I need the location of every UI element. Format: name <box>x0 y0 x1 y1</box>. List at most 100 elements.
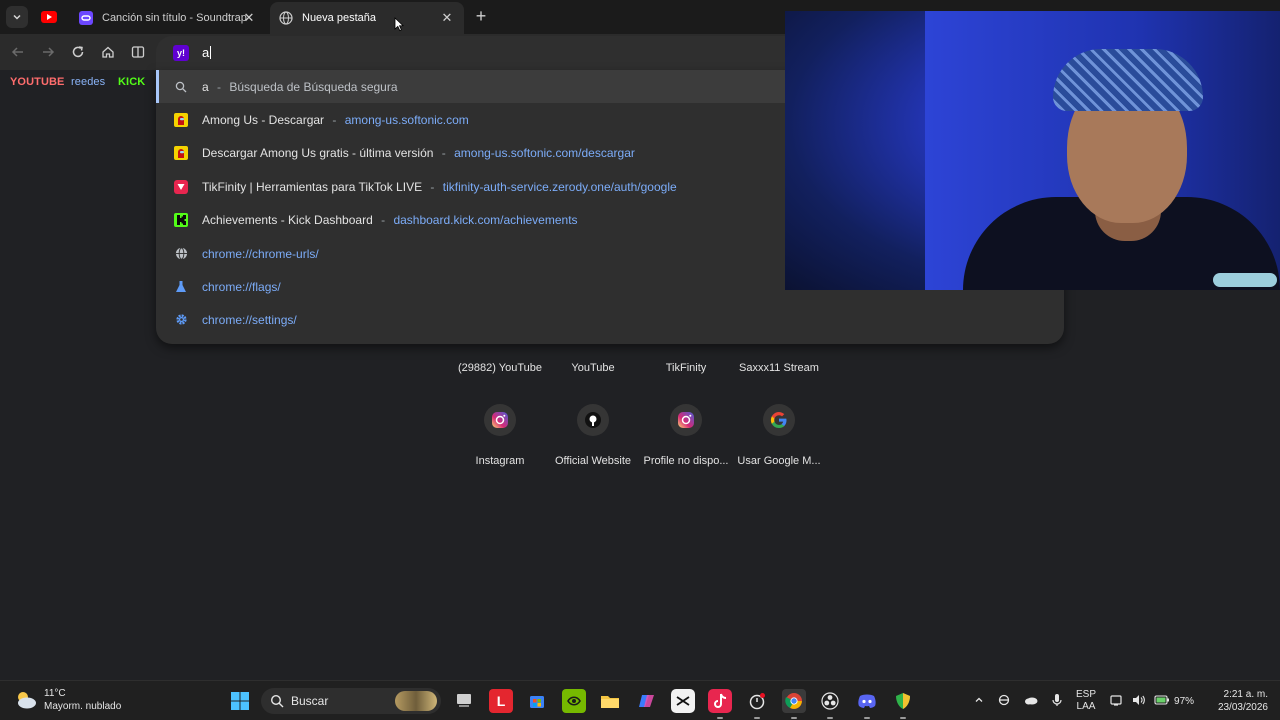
store-app[interactable] <box>525 689 549 713</box>
stopwatch-icon <box>749 693 765 710</box>
suggestion-url[interactable]: chrome://settings/ <box>156 303 1064 336</box>
suggestion-sep: - <box>430 179 435 194</box>
among-us-icon <box>174 112 188 127</box>
suggestion-title: Among Us - Descargar <box>202 112 325 127</box>
suggestion-link: chrome://chrome-urls/ <box>202 246 319 261</box>
suggestion-url: dashboard.kick.com/achievements <box>393 212 578 227</box>
new-tab-button[interactable]: + <box>472 7 490 25</box>
sync-icon[interactable] <box>998 694 1010 709</box>
taskbar-search[interactable]: Buscar <box>261 688 441 714</box>
weather-desc: Mayorm. nublado <box>44 701 122 712</box>
suggestion-sep: - <box>217 79 222 94</box>
discord-icon <box>858 694 876 708</box>
shortcut-profile[interactable] <box>670 404 702 436</box>
store-icon <box>530 696 544 708</box>
flask-icon <box>174 280 188 294</box>
clock-time: 2:21 a. m. <box>1223 689 1268 700</box>
timer-app[interactable] <box>745 689 769 719</box>
webcam-bandana <box>1053 49 1203 111</box>
shield-app[interactable] <box>891 689 915 719</box>
tab-title: Nueva pestaña <box>302 12 376 24</box>
volume-icon[interactable] <box>1132 694 1146 709</box>
arrow-right-icon <box>43 47 55 57</box>
tab-search-button[interactable] <box>6 6 28 28</box>
instagram-icon <box>678 412 694 428</box>
capcut-app[interactable] <box>671 689 695 713</box>
chevron-down-icon <box>13 14 21 20</box>
among-us-icon <box>174 145 188 160</box>
shortcut-label[interactable]: Instagram <box>450 455 550 467</box>
battery-icon[interactable] <box>1154 694 1170 708</box>
onedrive-icon[interactable] <box>1024 695 1038 708</box>
language-indicator[interactable]: ESP LAA <box>1076 689 1096 713</box>
suggestion-link: chrome://settings/ <box>202 312 297 327</box>
copilot-app[interactable] <box>635 689 659 713</box>
weather-temp: 11°C <box>44 688 66 699</box>
shortcut-official-website[interactable] <box>577 404 609 436</box>
bookmark-kick[interactable]: KICK <box>118 76 145 88</box>
copilot-icon <box>639 695 654 707</box>
obs-app[interactable] <box>818 689 842 719</box>
tiktok-icon <box>714 693 727 708</box>
shortcut-google[interactable] <box>763 404 795 436</box>
shortcut-instagram[interactable] <box>484 404 516 436</box>
tab-new-tab[interactable]: Nueva pestaña ✕ <box>270 2 464 34</box>
app-l[interactable]: L <box>489 689 513 713</box>
bookmark-youtube[interactable]: YOUTUBE <box>10 76 64 88</box>
shortcut-label[interactable]: Profile no dispo... <box>636 455 736 467</box>
bookmark-reedes[interactable]: reedes <box>71 76 105 88</box>
tab-soundtrap[interactable]: Canción sin título - Soundtrap ✕ <box>70 2 266 34</box>
chevron-up-icon[interactable] <box>974 695 984 708</box>
system-tray: ESP LAA 97% <box>974 681 1194 720</box>
forward-button[interactable] <box>38 42 58 62</box>
file-explorer-app[interactable] <box>598 689 622 713</box>
suggestion-url: among-us.softonic.com/descargar <box>454 145 635 160</box>
arrow-left-icon <box>11 47 23 57</box>
close-icon[interactable]: ✕ <box>242 10 256 25</box>
windows-icon <box>231 692 249 710</box>
search-icon <box>174 80 188 94</box>
youtube-icon <box>41 11 57 23</box>
search-highlight-icon <box>395 691 437 711</box>
back-button[interactable] <box>8 42 28 62</box>
suggestion-text: a <box>202 79 209 94</box>
website-icon <box>585 412 601 428</box>
side-panel-icon <box>131 46 145 58</box>
pinned-youtube-tab[interactable] <box>40 9 58 25</box>
shield-icon <box>896 693 910 709</box>
start-button[interactable] <box>228 689 252 713</box>
shortcut-label[interactable]: TikFinity <box>636 362 736 374</box>
instagram-icon <box>492 412 508 428</box>
microphone-icon[interactable] <box>1052 693 1062 710</box>
nvidia-app[interactable] <box>562 689 586 713</box>
task-view-button[interactable] <box>452 689 476 713</box>
shortcut-label[interactable]: YouTube <box>543 362 643 374</box>
shortcut-label[interactable]: Official Website <box>543 455 643 467</box>
suggestion-sep: - <box>332 112 337 127</box>
search-label: Buscar <box>291 694 329 708</box>
tiktok-app[interactable] <box>708 689 732 719</box>
reload-button[interactable] <box>68 42 88 62</box>
close-icon[interactable]: ✕ <box>440 10 454 25</box>
side-panel-button[interactable] <box>128 42 148 62</box>
globe-icon <box>278 10 294 26</box>
shortcut-label[interactable]: Saxxx11 Stream <box>729 362 829 374</box>
mouse-cursor-icon <box>394 17 404 32</box>
webcam-overlay <box>785 11 1280 290</box>
discord-app[interactable] <box>855 689 879 719</box>
home-button[interactable] <box>98 42 118 62</box>
clock[interactable]: 2:21 a. m. 23/03/2026 <box>1218 688 1268 714</box>
network-icon[interactable] <box>1110 694 1124 709</box>
suggestion-sep: - <box>381 212 386 227</box>
nvidia-icon <box>567 696 581 706</box>
address-input[interactable]: a <box>202 45 212 60</box>
yahoo-icon: y! <box>173 45 189 61</box>
chrome-app[interactable] <box>782 689 806 719</box>
shortcut-label[interactable]: Usar Google M... <box>729 455 829 467</box>
shortcut-label[interactable]: (29882) YouTube <box>450 362 550 374</box>
suggestion-title: TikFinity | Herramientas para TikTok LIV… <box>202 179 423 194</box>
weather-widget[interactable]: 11°C Mayorm. nublado <box>14 687 121 713</box>
kick-icon <box>174 212 188 227</box>
suggestion-title: Achievements - Kick Dashboard <box>202 212 373 227</box>
home-icon <box>102 46 114 58</box>
